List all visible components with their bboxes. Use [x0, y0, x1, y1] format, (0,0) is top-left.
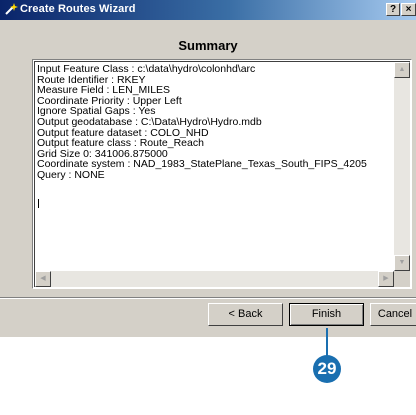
arrow-down-icon: ▼	[398, 259, 406, 266]
vertical-scrollbar[interactable]: ▲ ▼	[394, 62, 410, 271]
summary-line: Output feature class : Route_Reach	[37, 138, 204, 149]
page-title: Summary	[178, 38, 238, 53]
summary-line: Query : NONE	[37, 169, 105, 181]
divider-highlight	[0, 298, 416, 299]
title-bar: Create Routes Wizard ? ×	[0, 0, 416, 20]
summary-content: Input Feature Class : c:\data\hydro\colo…	[37, 64, 385, 181]
create-routes-wizard-dialog: Create Routes Wizard ? × Summary Input F…	[0, 0, 416, 337]
scroll-up-button[interactable]: ▲	[394, 62, 410, 78]
step-callout-badge: 29	[313, 355, 341, 383]
wizard-wand-icon	[5, 3, 18, 15]
close-button[interactable]: ×	[401, 3, 416, 16]
summary-line: Ignore Spatial Gaps : Yes	[37, 106, 156, 117]
text-caret	[38, 199, 39, 208]
arrow-up-icon: ▲	[398, 66, 406, 73]
summary-line: Grid Size 0: 341006.875000	[37, 148, 168, 160]
scrollbar-corner	[394, 271, 410, 287]
arrow-left-icon: ◀	[40, 275, 46, 282]
back-button[interactable]: < Back	[208, 303, 283, 326]
summary-textbox-frame: Input Feature Class : c:\data\hydro\colo…	[34, 61, 410, 287]
scroll-right-button[interactable]: ▶	[378, 271, 394, 287]
finish-button[interactable]: Finish	[289, 303, 364, 326]
window-title: Create Routes Wizard	[20, 3, 136, 15]
summary-line: Route Identifier : RKEY	[37, 74, 146, 86]
arrow-right-icon: ▶	[383, 275, 389, 282]
summary-line: Output feature dataset : COLO_NHD	[37, 127, 209, 139]
scroll-left-button[interactable]: ◀	[35, 271, 51, 287]
horizontal-scrollbar[interactable]: ◀ ▶	[35, 271, 394, 287]
help-button[interactable]: ?	[386, 3, 400, 16]
summary-line: Coordinate system : NAD_1983_StatePlane_…	[37, 159, 367, 170]
summary-line: Measure Field : LEN_MILES	[37, 85, 171, 96]
summary-line: Output geodatabase : C:\Data\Hydro\Hydro…	[37, 116, 262, 128]
cancel-button[interactable]: Cancel	[370, 303, 416, 326]
summary-textbox[interactable]: Input Feature Class : c:\data\hydro\colo…	[32, 59, 412, 289]
summary-line: Input Feature Class : c:\data\hydro\colo…	[37, 64, 256, 75]
summary-line: Coordinate Priority : Upper Left	[37, 95, 182, 107]
callout-leader-line	[326, 328, 328, 356]
scroll-down-button[interactable]: ▼	[394, 255, 410, 271]
